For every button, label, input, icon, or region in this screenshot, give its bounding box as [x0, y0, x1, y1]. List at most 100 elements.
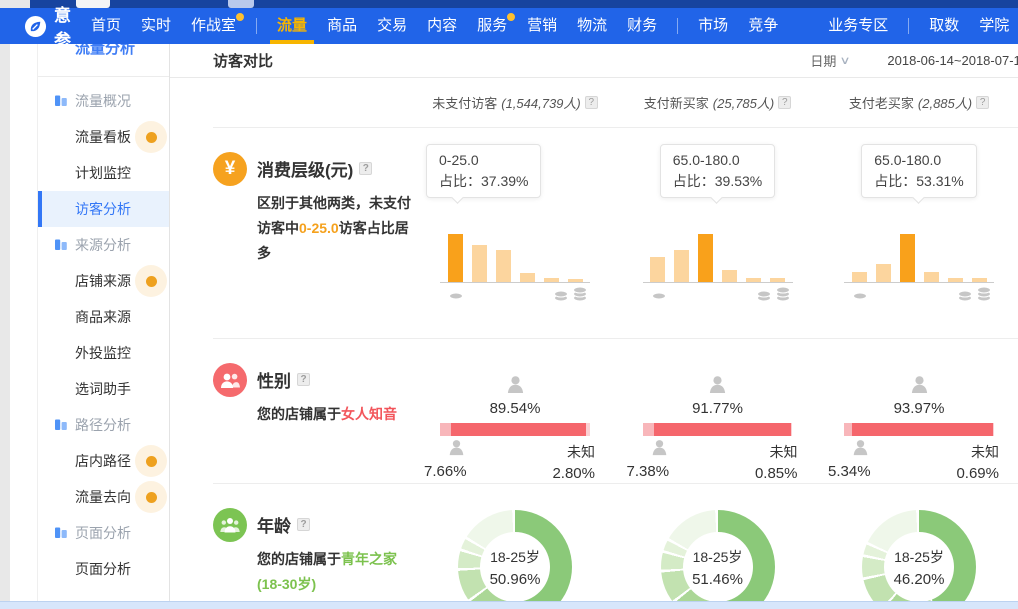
tooltip-arrow	[912, 191, 925, 204]
help-icon[interactable]: ?	[976, 96, 989, 109]
nav-item-logistics[interactable]: 物流	[577, 8, 607, 44]
bar	[496, 250, 511, 282]
female-icon	[909, 381, 930, 398]
bar	[520, 273, 535, 282]
nav-item-marketing[interactable]: 营销	[527, 8, 557, 44]
date-picker[interactable]: 日期 ∨ 2018-06-14~2018-07-13	[810, 51, 1018, 70]
sidebar-item-label: 商品来源	[75, 307, 131, 327]
female-percent: 89.54%	[440, 400, 590, 417]
browser-edge	[0, 0, 1018, 8]
help-icon[interactable]: ?	[297, 373, 310, 386]
new-feature-dot-icon	[135, 265, 167, 297]
bar-group	[844, 204, 994, 282]
nav-item-competition[interactable]: 竞争	[748, 8, 778, 44]
nav-item-realtime[interactable]: 实时	[141, 8, 171, 44]
row-age: 年龄 ? 您的店铺属于青年之家(18-30岁) 18-25岁50.96%18-2…	[213, 484, 1018, 601]
sidebar-section-source-analysis[interactable]: 来源分析	[38, 227, 169, 263]
gender-bar	[643, 423, 793, 436]
sidebar-section-label: 路径分析	[75, 415, 131, 435]
app-window: 生意参谋 首页实时作战室流量商品交易内容服务营销物流财务市场竞争业务专区取数学院…	[0, 0, 1018, 609]
male-icon	[650, 439, 669, 461]
date-range-value[interactable]: 2018-06-14~2018-07-13	[887, 53, 1018, 68]
sidebar-item-plan-monitor[interactable]: 计划监控	[38, 155, 169, 191]
gender-bar-segment-male	[643, 423, 654, 436]
bar-group	[440, 204, 590, 282]
sidebar-item-instore-path[interactable]: 店内路径	[38, 443, 169, 479]
sidebar-item-traffic-board[interactable]: 流量看板	[38, 119, 169, 155]
nav-item-service[interactable]: 服务	[477, 8, 507, 44]
nav-item-academy[interactable]: 学院	[979, 8, 1009, 44]
nav-item-business-zone[interactable]: 业务专区	[828, 8, 888, 44]
main-body: 未支付访客(1,544,739人)?支付新买家(25,785人)?支付老买家(2…	[213, 78, 1018, 601]
sidebar-item-label: 店铺来源	[75, 271, 131, 291]
donut-center-label: 18-25岁46.20%	[884, 532, 954, 601]
horizontal-scrollbar[interactable]	[0, 601, 1018, 609]
report-icon	[54, 237, 68, 254]
female-percent: 91.77%	[643, 400, 793, 417]
sidebar-section-label: 页面分析	[75, 523, 131, 543]
browser-tab-notch	[228, 0, 254, 8]
chart-tooltip: 65.0-180.0占比：53.31%	[861, 144, 976, 198]
sidebar-item-page-analysis[interactable]: 页面分析	[38, 551, 169, 587]
sidebar-item-label: 计划监控	[75, 163, 131, 183]
donut-center-label: 18-25岁50.96%	[480, 532, 550, 601]
gender-bar-segment-male	[440, 423, 451, 436]
tooltip-row: 65.0-180.0占比：39.53%	[643, 144, 793, 204]
nav-item-trade[interactable]: 交易	[377, 8, 407, 44]
tooltip-share: 占比：37.39%	[439, 171, 528, 192]
gender-bar	[440, 423, 590, 436]
sidebar-item-word-assistant[interactable]: 选词助手	[38, 371, 169, 407]
nav-item-market[interactable]: 市场	[698, 8, 728, 44]
age-bucket-label: 18-25岁	[894, 547, 944, 567]
bar	[924, 272, 939, 282]
sidebar-item-product-source[interactable]: 商品来源	[38, 299, 169, 335]
consume-desc: 区别于其他两类，未支付访客中0-25.0访客占比居多	[257, 191, 417, 266]
age-chart-1: 18-25岁50.96%	[415, 484, 615, 601]
gender-bar	[844, 423, 994, 436]
nav-item-traffic[interactable]: 流量	[277, 8, 307, 44]
gender-bar-segment-male	[844, 423, 852, 436]
unknown-percent: 0.85%	[755, 465, 798, 482]
age-donut: 18-25岁46.20%	[862, 510, 976, 601]
nav-item-content[interactable]: 内容	[427, 8, 457, 44]
gender-bar-segment-female	[852, 423, 993, 436]
chart-tooltip: 65.0-180.0占比：39.53%	[660, 144, 775, 198]
sidebar-item-shop-source[interactable]: 店铺来源	[38, 263, 169, 299]
gender-bar-segment-female	[451, 423, 585, 436]
sidebar-item-external-monitor[interactable]: 外投监控	[38, 335, 169, 371]
age-chart-2: 18-25岁51.46%	[615, 484, 820, 601]
unknown-percent: 2.80%	[552, 465, 595, 482]
gender-chart-1: 89.54%7.66%未知2.80%	[415, 339, 615, 483]
coin-icon-high	[957, 283, 992, 302]
help-icon[interactable]: ?	[359, 162, 372, 175]
column-name: 支付老买家	[849, 93, 914, 112]
gender-bar-segment-unknown	[586, 423, 590, 436]
gender-chart-3: 93.97%5.34%未知0.69%	[820, 339, 1018, 483]
bar	[448, 234, 463, 282]
nav-item-data-fetch[interactable]: 取数	[929, 8, 959, 44]
sidebar-item-traffic-destination[interactable]: 流量去向	[38, 479, 169, 515]
column-header-2: 支付新买家(25,785人)?	[615, 93, 820, 112]
sidebar-section-traffic-overview[interactable]: 流量概况	[38, 83, 169, 119]
coin-icon-low	[448, 287, 464, 305]
tooltip-row: 0-25.0占比：37.39%	[440, 144, 590, 204]
sidebar-title-label: 流量分析	[75, 44, 135, 58]
help-icon[interactable]: ?	[297, 518, 310, 531]
column-header-1: 未支付访客(1,544,739人)?	[415, 93, 615, 112]
nav-item-home[interactable]: 首页	[91, 8, 121, 44]
age-desc-highlight: 青年之家	[341, 551, 397, 567]
nav-item-product[interactable]: 商品	[327, 8, 357, 44]
age-title: 年龄	[257, 512, 291, 537]
help-icon[interactable]: ?	[778, 96, 791, 109]
sidebar-section-path-analysis[interactable]: 路径分析	[38, 407, 169, 443]
bar	[972, 278, 987, 282]
sidebar-item-label: 店内路径	[75, 451, 131, 471]
page-title: 访客对比	[213, 50, 273, 71]
column-name: 未支付访客	[432, 93, 497, 112]
nav-item-finance[interactable]: 财务	[627, 8, 657, 44]
help-icon[interactable]: ?	[585, 96, 598, 109]
nav-item-war-room[interactable]: 作战室	[191, 8, 236, 44]
coin-icon-low	[651, 287, 667, 305]
sidebar-section-page-analysis-group[interactable]: 页面分析	[38, 515, 169, 551]
sidebar-item-visitor-analysis[interactable]: 访客分析	[38, 191, 169, 227]
